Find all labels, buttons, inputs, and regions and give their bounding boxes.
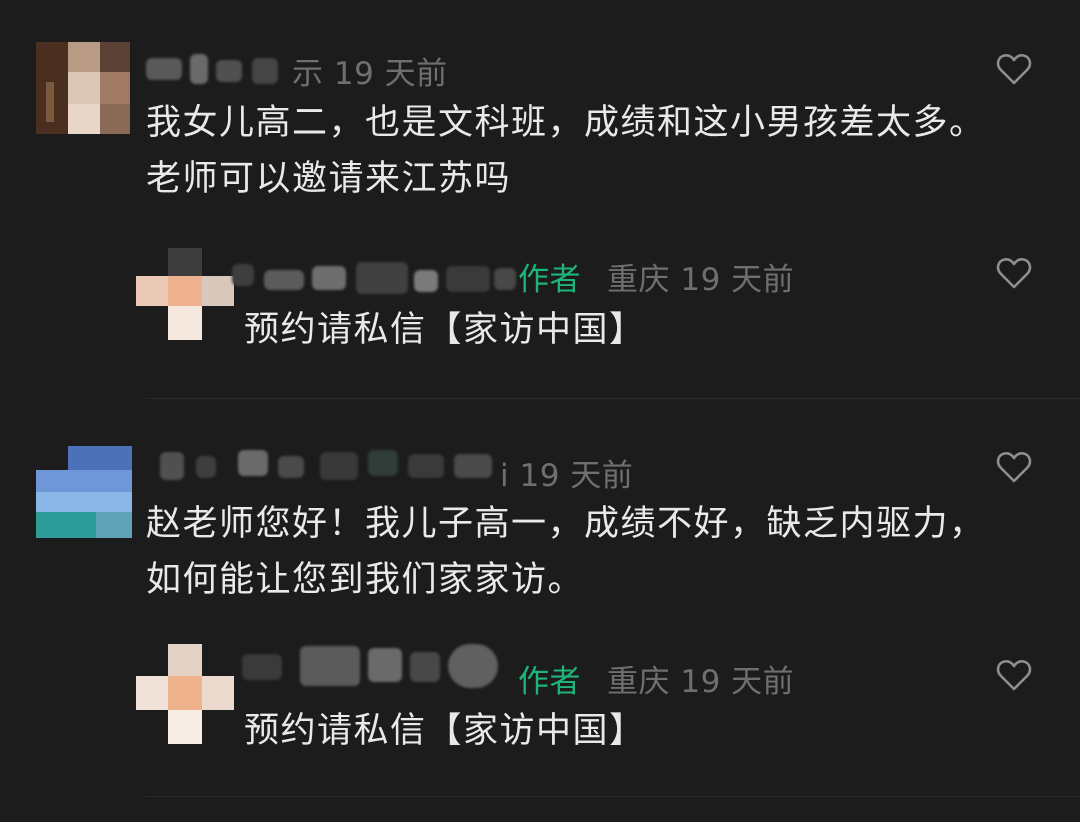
avatar[interactable]	[136, 644, 234, 744]
avatar[interactable]	[36, 446, 132, 542]
like-heart-icon[interactable]	[996, 52, 1032, 86]
like-heart-icon[interactable]	[996, 450, 1032, 484]
username-blurred[interactable]	[232, 252, 522, 298]
username-blurred[interactable]	[234, 640, 504, 696]
reply-meta: 作者 重庆 19 天前	[518, 254, 794, 299]
reply-text: 预约请私信【家访中国】	[244, 310, 646, 350]
comment-meta: 示 19 天前	[292, 48, 448, 93]
comment-text: 赵老师您好！我儿子高一，成绩不好，缺乏内驱力，如何能让您到我们家家访。	[146, 504, 986, 600]
divider	[146, 796, 1080, 797]
location: 重庆	[607, 664, 670, 700]
reply-meta: 作者 重庆 19 天前	[518, 656, 794, 701]
location: 重庆	[607, 262, 670, 298]
like-heart-icon[interactable]	[996, 256, 1032, 290]
divider	[146, 398, 1080, 399]
username-blurred[interactable]	[146, 48, 306, 88]
author-badge: 作者	[518, 262, 581, 298]
avatar[interactable]	[36, 42, 130, 134]
timestamp: 19 天前	[680, 262, 795, 298]
comment-meta: i 19 天前	[500, 450, 633, 495]
author-badge: 作者	[518, 664, 581, 700]
timestamp: 19 天前	[333, 56, 448, 92]
reply-text: 预约请私信【家访中国】	[244, 711, 646, 751]
timestamp: 19 天前	[680, 664, 795, 700]
comment-text: 我女儿高二，也是文科班，成绩和这小男孩差太多。老师可以邀请来江苏吗	[146, 103, 986, 199]
username-tail[interactable]: 示	[292, 56, 324, 92]
comment-thread: 示 19 天前 我女儿高二，也是文科班，成绩和这小男孩差太多。老师可以邀请来江苏…	[0, 0, 1080, 822]
avatar[interactable]	[136, 248, 234, 340]
username-blurred[interactable]	[146, 440, 506, 486]
timestamp: 19 天前	[519, 458, 634, 494]
username-tail[interactable]: i	[500, 458, 509, 494]
like-heart-icon[interactable]	[996, 658, 1032, 692]
